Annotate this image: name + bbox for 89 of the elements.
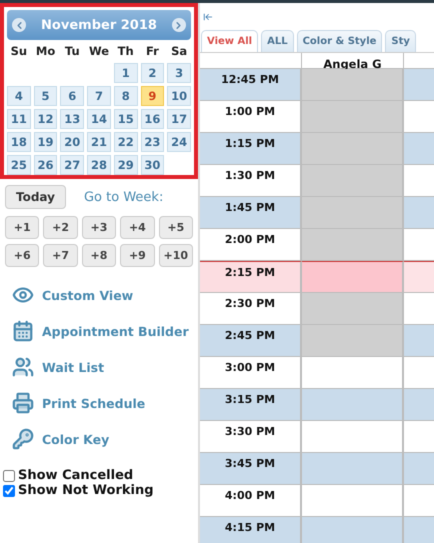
time-slot-label: 4:15 PM bbox=[200, 517, 302, 543]
calendar-day[interactable]: 24 bbox=[167, 132, 191, 152]
key-icon bbox=[12, 428, 34, 450]
time-slot-label: 1:30 PM bbox=[200, 165, 302, 197]
week-jump-button[interactable]: +10 bbox=[158, 244, 193, 267]
calendar-day[interactable]: 30 bbox=[140, 155, 164, 175]
option-label: Show Not Working bbox=[3, 483, 195, 498]
weekday-label: Su bbox=[10, 43, 28, 60]
staff-column-header[interactable]: Angela G bbox=[323, 57, 382, 71]
calendar-day[interactable]: 4 bbox=[7, 86, 31, 106]
menu-link[interactable]: Wait List bbox=[12, 356, 186, 378]
calendar-day[interactable]: 26 bbox=[34, 155, 58, 175]
calendar-day[interactable]: 12 bbox=[34, 109, 58, 129]
week-jump-button[interactable]: +6 bbox=[5, 244, 40, 267]
calendar-day[interactable]: 11 bbox=[7, 109, 31, 129]
people-icon bbox=[12, 356, 34, 378]
time-slot-label: 4:00 PM bbox=[200, 485, 302, 517]
time-slot-label: 1:45 PM bbox=[200, 197, 302, 229]
weekday-label: Th bbox=[116, 43, 135, 60]
time-slot-label: 1:15 PM bbox=[200, 133, 302, 165]
weekday-label: We bbox=[88, 43, 110, 60]
week-jump-button[interactable]: +9 bbox=[120, 244, 155, 267]
tab[interactable]: ALL bbox=[261, 30, 294, 52]
calendar-day[interactable]: 9 bbox=[140, 86, 164, 106]
calendar-day[interactable]: 5 bbox=[34, 86, 58, 106]
time-slot-label: 2:15 PM bbox=[200, 261, 302, 293]
schedule-slot[interactable] bbox=[302, 261, 404, 293]
calendar-day[interactable]: 21 bbox=[87, 132, 111, 152]
week-jump-button[interactable]: +5 bbox=[158, 216, 193, 239]
calendar-day[interactable]: 1 bbox=[114, 63, 138, 83]
calendar-day[interactable]: 25 bbox=[7, 155, 31, 175]
week-jump-button[interactable]: +1 bbox=[5, 216, 40, 239]
calendar-day[interactable]: 18 bbox=[7, 132, 31, 152]
month-title: November 2018 bbox=[41, 18, 157, 32]
calendar-day[interactable]: 15 bbox=[114, 109, 138, 129]
schedule-slot[interactable] bbox=[302, 421, 404, 453]
tab[interactable]: Color & Style bbox=[296, 30, 382, 52]
time-slot-label: 1:00 PM bbox=[200, 101, 302, 133]
weekday-label: Tu bbox=[64, 43, 81, 60]
next-month-icon[interactable] bbox=[172, 18, 186, 32]
calendar-day[interactable]: 10 bbox=[167, 86, 191, 106]
time-slot-label: 3:00 PM bbox=[200, 357, 302, 389]
calendar-day[interactable]: 3 bbox=[167, 63, 191, 83]
tab[interactable]: View All bbox=[201, 30, 258, 52]
option-checkbox[interactable] bbox=[3, 470, 15, 482]
calendar-day[interactable]: 17 bbox=[167, 109, 191, 129]
calendar-day[interactable]: 6 bbox=[60, 86, 84, 106]
menu-link[interactable]: Print Schedule bbox=[12, 392, 186, 414]
menu-link[interactable]: Color Key bbox=[12, 428, 186, 450]
menu-link[interactable]: Custom View bbox=[12, 284, 186, 306]
previous-month-icon[interactable] bbox=[12, 18, 26, 32]
calendar-day[interactable]: 28 bbox=[87, 155, 111, 175]
schedule-slot[interactable] bbox=[302, 357, 404, 389]
calendar-day[interactable]: 19 bbox=[34, 132, 58, 152]
week-jump-button[interactable]: +4 bbox=[120, 216, 155, 239]
option-label: Show Cancelled bbox=[3, 468, 195, 483]
printer-icon bbox=[12, 392, 34, 414]
calendar-day[interactable]: 13 bbox=[60, 109, 84, 129]
calendar-day[interactable]: 22 bbox=[114, 132, 138, 152]
time-slot-label: 2:30 PM bbox=[200, 293, 302, 325]
calendar-day[interactable]: 2 bbox=[140, 63, 164, 83]
time-slot-label: 12:45 PM bbox=[200, 69, 302, 101]
calendar-day[interactable]: 8 bbox=[114, 86, 138, 106]
today-button[interactable]: Today bbox=[5, 185, 66, 209]
go-to-week-link[interactable]: Go to Week: bbox=[84, 190, 164, 204]
week-jump-button[interactable]: +3 bbox=[82, 216, 116, 239]
weekday-label: Fr bbox=[145, 43, 160, 60]
calendar-day[interactable]: 29 bbox=[114, 155, 138, 175]
calendar-icon bbox=[12, 320, 34, 342]
time-slot-label: 2:00 PM bbox=[200, 229, 302, 261]
week-jump-button[interactable]: +2 bbox=[43, 216, 78, 239]
time-slot-label: 2:45 PM bbox=[200, 325, 302, 357]
option-checkbox[interactable] bbox=[3, 484, 15, 496]
weekday-label: Sa bbox=[170, 43, 188, 60]
weekday-label: Mo bbox=[34, 43, 56, 60]
week-jump-button[interactable]: +8 bbox=[82, 244, 116, 267]
schedule-slot[interactable] bbox=[302, 485, 404, 517]
collapse-sidebar-icon[interactable] bbox=[203, 12, 213, 22]
time-slot-label: 3:45 PM bbox=[200, 453, 302, 485]
time-slot-label: 3:15 PM bbox=[200, 389, 302, 421]
calendar-day[interactable]: 7 bbox=[87, 86, 111, 106]
calendar-day[interactable]: 16 bbox=[140, 109, 164, 129]
calendar-day[interactable]: 23 bbox=[140, 132, 164, 152]
calendar-day[interactable]: 27 bbox=[60, 155, 84, 175]
calendar-day[interactable]: 14 bbox=[87, 109, 111, 129]
tab[interactable]: Sty bbox=[385, 30, 416, 52]
time-slot-label: 3:30 PM bbox=[200, 421, 302, 453]
calendar-day[interactable]: 20 bbox=[60, 132, 84, 152]
week-jump-button[interactable]: +7 bbox=[43, 244, 78, 267]
